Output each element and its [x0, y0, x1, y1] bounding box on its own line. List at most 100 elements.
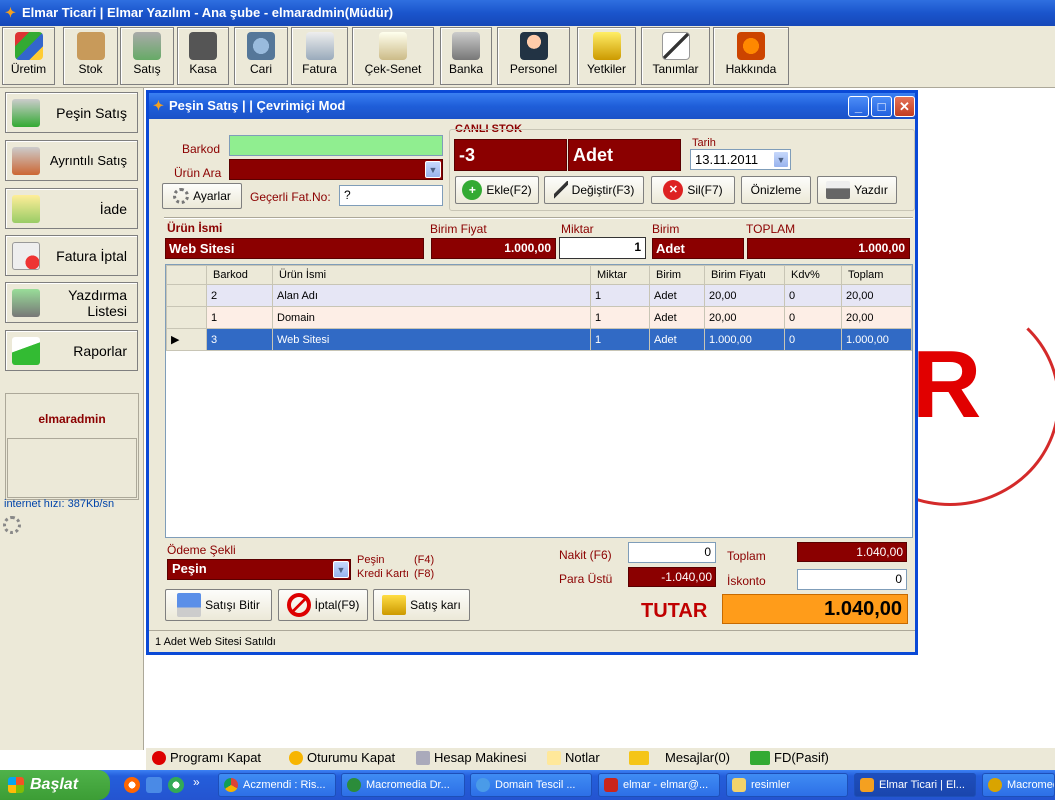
divider: [164, 217, 913, 219]
grid-col-barkod[interactable]: Barkod: [206, 265, 273, 285]
toolbar-hakkinda-button[interactable]: Hakkında: [713, 27, 789, 85]
sidebar-item-yazdirma-listesi[interactable]: Yazdırma Listesi: [5, 282, 138, 323]
ekle-button[interactable]: + Ekle(F2): [455, 176, 539, 204]
sidebar-item-fatura-iptal[interactable]: Fatura İptal: [5, 235, 138, 276]
sidebar-item-iade[interactable]: İade: [5, 188, 138, 229]
close-button[interactable]: ✕: [894, 96, 915, 117]
tarih-datepicker[interactable]: 13.11.2011 ▼: [690, 149, 791, 170]
nakit-input[interactable]: 0: [628, 542, 716, 563]
document-icon: [379, 32, 407, 60]
fd-button[interactable]: FD(Pasif): [750, 750, 829, 765]
task-elmar-ticari[interactable]: Elmar Ticari | El...: [854, 773, 976, 797]
pesin-hint: Peşin: [357, 554, 385, 566]
taskbar: Başlat » Aczmendi : Ris... Macromedia Dr…: [0, 770, 1055, 800]
urun-ara-dropdown[interactable]: ▼: [229, 159, 443, 180]
quicklaunch-more-icon[interactable]: »: [193, 775, 200, 789]
grid-col-miktar[interactable]: Miktar: [590, 265, 650, 285]
toolbar-tanimlar-button[interactable]: Tanımlar: [641, 27, 710, 85]
odeme-sekli-label: Ödeme Şekli: [167, 543, 236, 557]
pesin-satis-window: ✦ Peşin Satış | | Çevrimiçi Mod _ □ ✕ Ba…: [146, 90, 918, 655]
minimize-button[interactable]: _: [848, 96, 869, 117]
nakit-label: Nakit (F6): [559, 548, 612, 562]
sidebar-item-pesin-satis[interactable]: Peşin Satış: [5, 92, 138, 133]
grid-col-kdv[interactable]: Kdv%: [784, 265, 842, 285]
table-row[interactable]: 2 Alan Adı 1 Adet 20,00 0 20,00: [166, 284, 912, 307]
toolbar-banka-button[interactable]: Banka: [440, 27, 492, 85]
tarih-label: Tarih: [692, 137, 716, 149]
urun-ismi-field[interactable]: Web Sitesi: [165, 238, 424, 259]
gecerli-fat-input[interactable]: ?: [339, 185, 443, 206]
oturumu-kapat-button[interactable]: Oturumu Kapat: [289, 750, 395, 765]
satis-kari-button[interactable]: Satış karı: [373, 589, 470, 621]
yazdir-button[interactable]: Yazdır: [817, 176, 897, 204]
iskonto-input[interactable]: 0: [797, 569, 907, 590]
task-aczmendi[interactable]: Aczmendi : Ris...: [218, 773, 336, 797]
cart-detail-icon: [12, 147, 40, 175]
toolbar-yetkiler-button[interactable]: Yetkiler: [577, 27, 636, 85]
sil-button[interactable]: ✕ Sil(F7): [651, 176, 735, 204]
production-icon: [14, 32, 43, 60]
mesajlar-button[interactable]: Mesajlar(0): [629, 750, 730, 765]
quicklaunch-media-icon[interactable]: [168, 777, 184, 793]
grid-col-birim[interactable]: Birim: [649, 265, 705, 285]
kredi-karti-key: (F8): [414, 568, 435, 580]
chart-icon: [12, 337, 40, 365]
programi-kapat-button[interactable]: Programı Kapat: [152, 750, 261, 765]
hesap-makinesi-button[interactable]: Hesap Makinesi: [416, 750, 527, 765]
task-macromedia-dr[interactable]: Macromedia Dr...: [341, 773, 465, 797]
sidebar: Peşin Satış Ayrıntılı Satış İade Fatura …: [0, 88, 144, 750]
row-header[interactable]: [166, 284, 207, 307]
grid-col-birim-fiyati[interactable]: Birim Fiyatı: [704, 265, 785, 285]
satisi-bitir-button[interactable]: Satışı Bitir: [165, 589, 272, 621]
maximize-button[interactable]: □: [871, 96, 892, 117]
table-row-selected[interactable]: ▶ 3 Web Sitesi 1 Adet 1.000,00 0 1.000,0…: [166, 328, 912, 351]
ayarlar-button[interactable]: Ayarlar: [162, 183, 242, 209]
app-title-bar[interactable]: ✦ Elmar Ticari | Elmar Yazılım - Ana şub…: [0, 0, 1055, 26]
quicklaunch-explorer-icon[interactable]: [146, 777, 162, 793]
toolbar-cari-button[interactable]: Cari: [234, 27, 288, 85]
start-button[interactable]: Başlat: [0, 770, 110, 800]
toolbar-stok-button[interactable]: Stok: [63, 27, 118, 85]
miktar-input[interactable]: 1: [559, 237, 646, 259]
cell-birim-fiyati: 20,00: [704, 306, 785, 329]
sidebar-item-raporlar[interactable]: Raporlar: [5, 330, 138, 371]
sales-grid[interactable]: Barkod Ürün İsmi Miktar Birim Birim Fiya…: [165, 264, 913, 538]
barkod-input[interactable]: [229, 135, 443, 156]
birim-fiyat-field[interactable]: 1.000,00: [431, 238, 556, 259]
odeme-sekli-value: Peşin: [172, 561, 207, 576]
toplam-summary-value: 1.040,00: [797, 542, 907, 562]
person-icon: [519, 32, 548, 60]
row-header[interactable]: [166, 306, 207, 329]
barkod-label: Barkod: [182, 142, 221, 156]
odeme-sekli-dropdown[interactable]: Peşin ▼: [167, 559, 351, 580]
toolbar-cek-senet-button[interactable]: Çek-Senet: [352, 27, 434, 85]
tutar-value: 1.040,00: [722, 594, 908, 624]
elmar-logo-icon: [860, 778, 874, 792]
toolbar-personel-button[interactable]: Personel: [497, 27, 570, 85]
sidebar-item-ayrintili-satis[interactable]: Ayrıntılı Satış: [5, 140, 138, 181]
grid-col-toplam[interactable]: Toplam: [841, 265, 912, 285]
task-domain-tescil[interactable]: Domain Tescil ...: [470, 773, 592, 797]
dreamweaver-icon: [347, 778, 361, 792]
urun-ismi-label: Ürün İsmi: [167, 221, 223, 235]
iptal-button[interactable]: İptal(F9): [278, 589, 368, 621]
cell-toplam: 20,00: [841, 284, 912, 307]
window-title-bar[interactable]: ✦ Peşin Satış | | Çevrimiçi Mod _ □ ✕: [149, 93, 915, 119]
table-row[interactable]: 1 Domain 1 Adet 20,00 0 20,00: [166, 306, 912, 329]
task-macromed[interactable]: Macromed: [982, 773, 1055, 797]
tarih-value: 13.11.2011: [695, 152, 759, 167]
onizleme-button[interactable]: Önizleme: [741, 176, 811, 204]
toolbar-satis-button[interactable]: Satış: [120, 27, 174, 85]
quicklaunch-browser-icon[interactable]: [124, 777, 140, 793]
grid-col-urun-ismi[interactable]: Ürün İsmi: [272, 265, 591, 285]
row-pointer-icon[interactable]: ▶: [166, 328, 207, 351]
task-resimler[interactable]: resimler: [726, 773, 848, 797]
toolbar-uretim-button[interactable]: Üretim: [2, 27, 55, 85]
toolbar-kasa-button[interactable]: Kasa: [177, 27, 229, 85]
gear-icon[interactable]: [3, 516, 21, 534]
birim-field[interactable]: Adet: [652, 238, 744, 259]
toolbar-fatura-button[interactable]: Fatura: [291, 27, 348, 85]
degistir-button[interactable]: Değiştir(F3): [544, 176, 644, 204]
task-filezilla[interactable]: elmar - elmar@...: [598, 773, 720, 797]
notlar-button[interactable]: Notlar: [547, 750, 600, 765]
